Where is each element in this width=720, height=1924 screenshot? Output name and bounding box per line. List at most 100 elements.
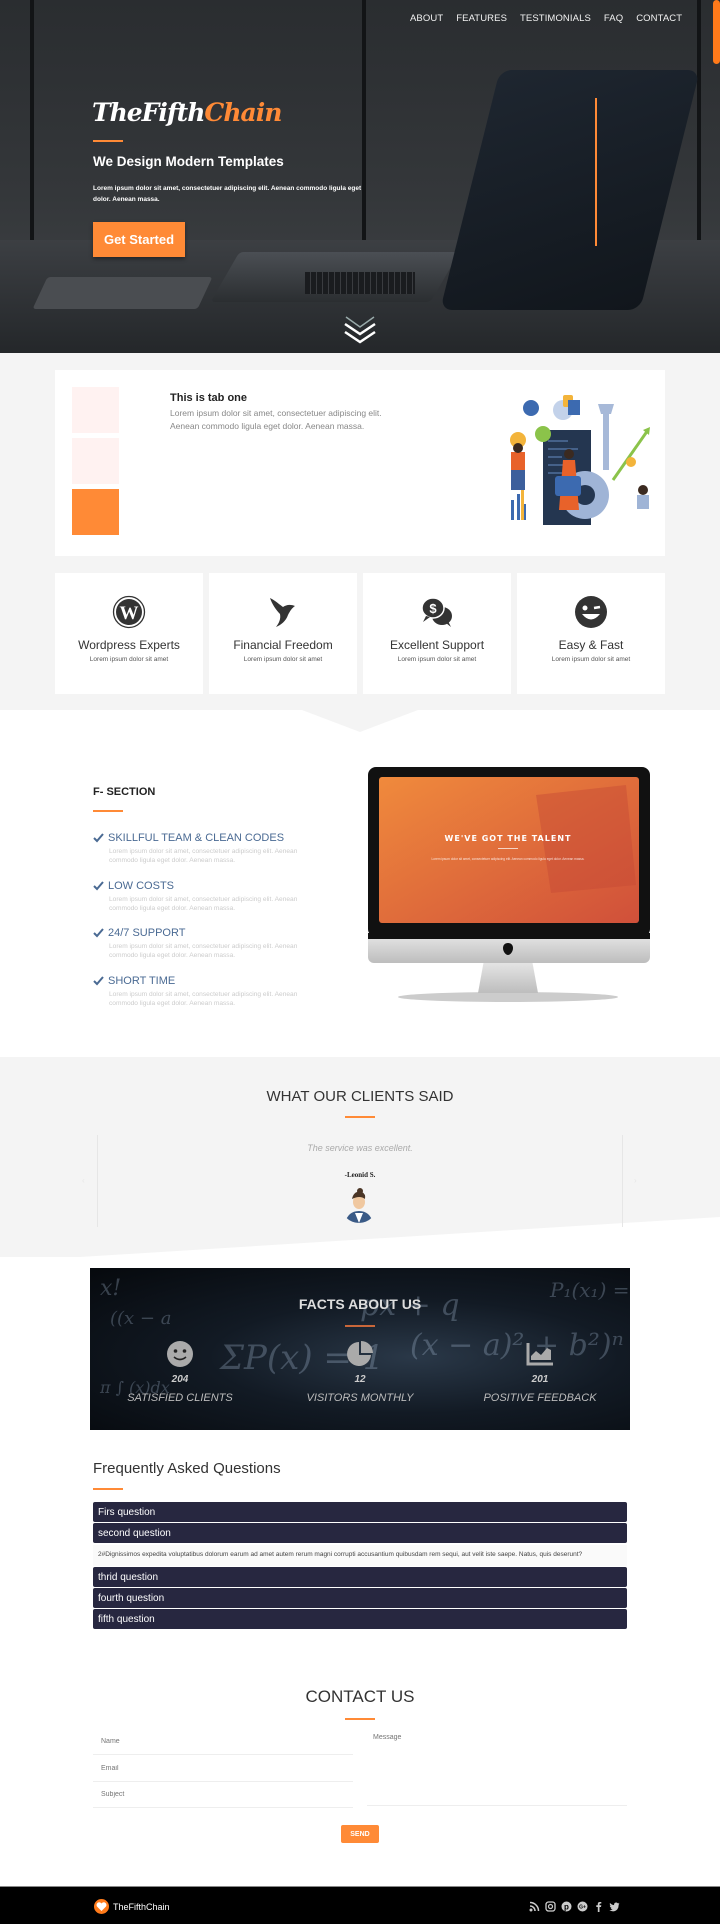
feature-text: Lorem ipsum dolor sit amet (243, 656, 323, 663)
faq-title: Frequently Asked Questions (93, 1460, 281, 1477)
pie-chart-icon (347, 1341, 373, 1366)
testimonials-title: WHAT OUR CLIENTS SAID (266, 1088, 454, 1105)
fact-value: 201 (531, 1374, 549, 1385)
facts-section: x! ((x − a ΣP(x) = 1 px + q (x − a)² + b… (90, 1268, 630, 1430)
feature-title: Financial Freedom (233, 638, 333, 652)
screen-headline: WE'VE GOT THE TALENT (445, 834, 572, 843)
fsection-title: F- SECTION (93, 786, 156, 798)
fact-item: 201 POSITIVE FEEDBACK (450, 1340, 630, 1404)
fsection-item-title: LOW COSTS (108, 880, 175, 892)
testimonial-author: -Leonid S. (344, 1171, 376, 1179)
nav-faq[interactable]: FAQ (604, 13, 623, 24)
notebook-image (32, 277, 213, 309)
background-pillar (30, 0, 34, 240)
feature-text: Lorem ipsum dolor sit amet (89, 656, 169, 663)
feature-text: Lorem ipsum dolor sit amet (397, 656, 477, 663)
nav-contact[interactable]: CONTACT (636, 13, 682, 24)
tab-3[interactable] (72, 489, 119, 535)
fsection-item-text: Lorem ipsum dolor sit amet, consectetuer… (109, 943, 298, 959)
nav-about[interactable]: ABOUT (410, 13, 443, 24)
faq-question[interactable]: thrid question (93, 1567, 627, 1587)
contact-title: CONTACT US (305, 1687, 415, 1706)
brand-logo-white: TheFifth (92, 98, 205, 127)
avatar (341, 1187, 377, 1223)
tab-2[interactable] (72, 438, 119, 484)
feature-card: W Wordpress Experts Lorem ipsum dolor si… (55, 573, 203, 694)
heart-logo-icon (94, 1899, 109, 1914)
fsection-item-title: SKILLFUL TEAM & CLEAN CODES (108, 832, 285, 844)
email-field[interactable] (93, 1756, 353, 1782)
fact-value: 12 (354, 1374, 366, 1385)
scrollbar-thumb[interactable] (713, 0, 720, 64)
hero-text: Lorem ipsum dolor sit amet, consectetuer… (93, 185, 362, 203)
fact-value: 204 (171, 1374, 189, 1385)
testimonials-divider (345, 1116, 375, 1118)
social-links: p G+ (529, 1899, 620, 1912)
faq-question[interactable]: fifth question (93, 1609, 627, 1629)
checkmark-icon (93, 928, 104, 938)
subject-field[interactable] (93, 1782, 353, 1808)
checkmark-icon (93, 881, 104, 891)
team-illustration (510, 395, 650, 525)
background-pillar (697, 0, 701, 240)
rss-icon[interactable] (529, 1899, 540, 1912)
screen-text: Lorem ipsum dolor sit amet, consectetuer… (432, 857, 585, 861)
nav-testimonials[interactable]: TESTIMONIALS (520, 13, 591, 24)
nav-features[interactable]: FEATURES (456, 13, 507, 24)
brand-logo: TheFifthChain (92, 98, 282, 127)
facts-title: FACTS ABOUT US (298, 1296, 422, 1312)
send-button[interactable]: SEND (341, 1825, 379, 1843)
hero-section: ABOUT FEATURES TESTIMONIALS FAQ CONTACT … (0, 0, 720, 353)
faq-answer: 2#Dignissimos expedita voluptatibus dolo… (93, 1545, 627, 1566)
fsection-item-text: Lorem ipsum dolor sit amet, consectetuer… (109, 848, 298, 864)
pinterest-icon[interactable]: p (561, 1899, 572, 1912)
testimonial-quote: The service was excellent. (307, 1143, 413, 1153)
area-chart-icon (526, 1343, 553, 1366)
tab-title: This is tab one (170, 392, 248, 404)
facts-divider (345, 1325, 375, 1327)
twitter-icon[interactable] (609, 1899, 620, 1912)
laptop-keyboard-image (305, 272, 415, 294)
main-nav: ABOUT FEATURES TESTIMONIALS FAQ CONTACT (410, 13, 682, 24)
wink-smiley-icon (575, 596, 607, 628)
faq-question[interactable]: second question (93, 1523, 627, 1543)
wordpress-icon: W (112, 595, 146, 629)
fact-label: VISITORS MONTHLY (306, 1392, 414, 1404)
smiley-icon (167, 1341, 193, 1367)
fact-label: POSITIVE FEEDBACK (483, 1392, 597, 1404)
message-field[interactable] (367, 1730, 627, 1806)
section-notch (302, 710, 418, 732)
name-field[interactable] (93, 1729, 353, 1755)
fact-label: SATISFIED CLIENTS (127, 1392, 233, 1404)
tab-1[interactable] (72, 387, 119, 433)
fsection-item: LOW COSTS Lorem ipsum dolor sit amet, co… (93, 880, 333, 913)
money-chat-icon: $ (421, 597, 452, 627)
fsection-item: SHORT TIME Lorem ipsum dolor sit amet, c… (93, 975, 333, 1008)
feature-title: Easy & Fast (558, 638, 624, 652)
get-started-button[interactable]: Get Started (93, 222, 185, 257)
hero-headline: We Design Modern Templates (93, 154, 284, 169)
facebook-icon[interactable] (593, 1899, 604, 1912)
double-chevron-down-icon[interactable] (342, 313, 378, 345)
fsection-item: 24/7 SUPPORT Lorem ipsum dolor sit amet,… (93, 927, 333, 960)
checkmark-icon (93, 833, 104, 843)
instagram-icon[interactable] (545, 1899, 556, 1912)
fsection-item-text: Lorem ipsum dolor sit amet, consectetuer… (109, 896, 298, 912)
decorative-accent-line (595, 98, 597, 246)
tabs-card: This is tab one Lorem ipsum dolor sit am… (55, 370, 665, 556)
brand-logo-orange: Chain (204, 98, 282, 127)
faq-question[interactable]: Firs question (93, 1502, 627, 1522)
google-plus-icon[interactable]: G+ (577, 1899, 588, 1912)
faq-question[interactable]: fourth question (93, 1588, 627, 1608)
svg-text:G+: G+ (579, 1905, 586, 1911)
svg-text:p: p (564, 1903, 569, 1912)
contact-divider (345, 1718, 375, 1720)
svg-text:W: W (120, 603, 139, 624)
bird-icon (270, 598, 295, 627)
feature-card: Financial Freedom Lorem ipsum dolor sit … (209, 573, 357, 694)
feature-text: Lorem ipsum dolor sit amet (551, 656, 631, 663)
checkmark-icon (93, 976, 104, 986)
feature-title: Excellent Support (389, 638, 485, 652)
fact-item: 204 SATISFIED CLIENTS (90, 1340, 270, 1404)
footer-brand: TheFifthChain (113, 1902, 170, 1912)
